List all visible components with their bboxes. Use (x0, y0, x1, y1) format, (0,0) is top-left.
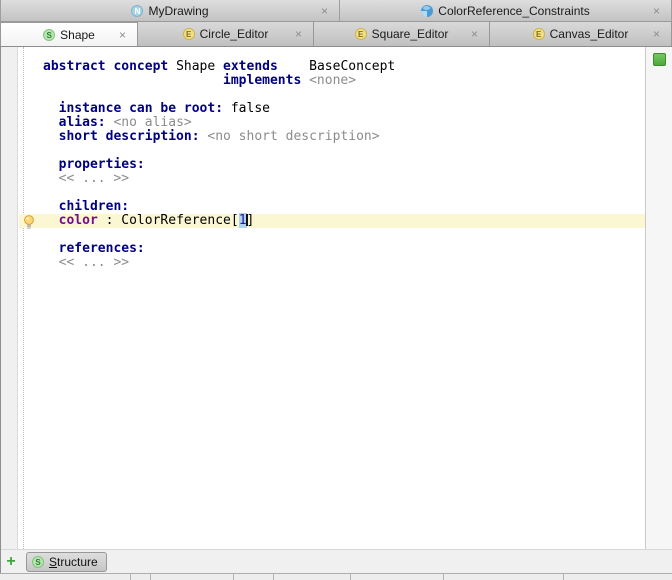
close-icon[interactable]: × (471, 28, 478, 40)
code-line-children-header[interactable]: children: (43, 200, 395, 214)
implements-value-cell[interactable]: <none> (309, 73, 356, 88)
code-line-references-header[interactable]: references: (43, 242, 395, 256)
code-line-short-description[interactable]: short description: <no short description… (43, 130, 395, 144)
structure-aspect-icon: S (32, 556, 44, 568)
code-line-properties-header[interactable]: properties: (43, 158, 395, 172)
code-line-extends[interactable]: abstract concept Shape extends BaseConce… (43, 60, 395, 74)
spacer (43, 199, 59, 214)
model-n-icon: N (131, 5, 143, 17)
keyword: implements (223, 73, 309, 88)
code-line-alias[interactable]: alias: <no alias> (43, 116, 395, 130)
bracket: ] (247, 213, 255, 228)
editor-aspect-icon: E (355, 28, 367, 40)
alias-value-cell[interactable]: <no alias> (113, 115, 191, 130)
window-left-edge (0, 47, 1, 573)
keyword: extends (223, 59, 278, 74)
root-value-cell[interactable]: false (231, 101, 270, 116)
fold-guide-line (23, 47, 24, 549)
child-name-cell[interactable]: color (59, 213, 98, 228)
constraints-icon (421, 5, 433, 17)
code-line-properties-empty[interactable]: << ... >> (43, 172, 395, 186)
file-tab-bar: N MyDrawing × ColorReference_Constraints… (0, 0, 672, 22)
intention-lightbulb-icon[interactable] (23, 215, 35, 229)
editor-tab-bar: S Shape × E Circle_Editor × E Square_Edi… (0, 22, 672, 47)
editor-tab-shape[interactable]: S Shape × (0, 22, 138, 46)
aspect-tab-structure[interactable]: S Structure (26, 552, 107, 572)
close-icon[interactable]: × (321, 5, 328, 17)
spacer (43, 73, 223, 88)
add-aspect-button[interactable]: + (0, 552, 22, 572)
spacer (43, 241, 59, 256)
short-description-value-cell[interactable]: <no short description> (207, 129, 379, 144)
extends-value-cell[interactable]: BaseConcept (309, 59, 395, 74)
keyword: alias: (59, 115, 114, 130)
editor-aspect-icon: E (533, 28, 545, 40)
keyword: abstract concept (43, 59, 176, 74)
file-tab-mydrawing[interactable]: N MyDrawing × (0, 0, 340, 21)
keyword: properties: (59, 157, 145, 172)
keyword: short description: (59, 129, 208, 144)
file-tab-colorreference-constraints[interactable]: ColorReference_Constraints × (340, 0, 672, 21)
close-icon[interactable]: × (295, 28, 302, 40)
aspect-tab-bar: + S Structure (0, 549, 672, 573)
editor-tab-circle-editor[interactable]: E Circle_Editor × (138, 22, 314, 46)
aspect-tab-label: Structure (49, 555, 98, 569)
spacer (43, 213, 59, 228)
code-line-instance-can-be-root[interactable]: instance can be root: false (43, 102, 395, 116)
editor-aspect-icon: E (183, 28, 195, 40)
editor-gutter (0, 47, 18, 549)
mps-ide-window: N MyDrawing × ColorReference_Constraints… (0, 0, 672, 580)
spacer (43, 157, 59, 172)
code-line-blank (43, 88, 395, 102)
keyword: instance can be root: (59, 101, 231, 116)
editor-tab-label: Shape (60, 28, 95, 42)
spacer (43, 171, 59, 186)
editor-tab-square-editor[interactable]: E Square_Editor × (314, 22, 490, 46)
close-icon[interactable]: × (119, 29, 126, 41)
empty-list-cell[interactable]: << ... >> (59, 255, 129, 270)
close-icon[interactable]: × (653, 5, 660, 17)
concept-name-cell[interactable]: Shape (176, 59, 223, 74)
code-line-child-color[interactable]: color : ColorReference[1] (43, 214, 395, 228)
empty-list-cell[interactable]: << ... >> (59, 171, 129, 186)
file-tab-label: MyDrawing (148, 4, 208, 18)
spacer (43, 115, 59, 130)
inspection-status-indicator-green[interactable] (653, 53, 666, 66)
code-line-references-empty[interactable]: << ... >> (43, 256, 395, 270)
editor-tab-label: Canvas_Editor (550, 27, 629, 41)
concept-declaration-code[interactable]: abstract concept Shape extends BaseConce… (43, 60, 395, 270)
editor-tab-label: Square_Editor (372, 27, 449, 41)
editor-tab-label: Circle_Editor (200, 27, 269, 41)
code-line-blank (43, 186, 395, 200)
keyword: references: (59, 241, 145, 256)
spacer (43, 255, 59, 270)
concept-editor-surface[interactable]: abstract concept Shape extends BaseConce… (0, 47, 672, 549)
child-type-cell[interactable]: : ColorReference[ (98, 213, 239, 228)
code-line-implements[interactable]: implements <none> (43, 74, 395, 88)
clipped-table-header-strip (0, 573, 672, 580)
code-line-blank (43, 144, 395, 158)
spacer (43, 129, 59, 144)
spacer (43, 101, 59, 116)
error-stripe (645, 47, 672, 549)
editor-tab-canvas-editor[interactable]: E Canvas_Editor × (490, 22, 672, 46)
code-line-blank (43, 228, 395, 242)
concept-icon: S (43, 29, 55, 41)
keyword: children: (59, 199, 129, 214)
file-tab-label: ColorReference_Constraints (438, 4, 589, 18)
close-icon[interactable]: × (653, 28, 660, 40)
spacer (278, 59, 309, 74)
